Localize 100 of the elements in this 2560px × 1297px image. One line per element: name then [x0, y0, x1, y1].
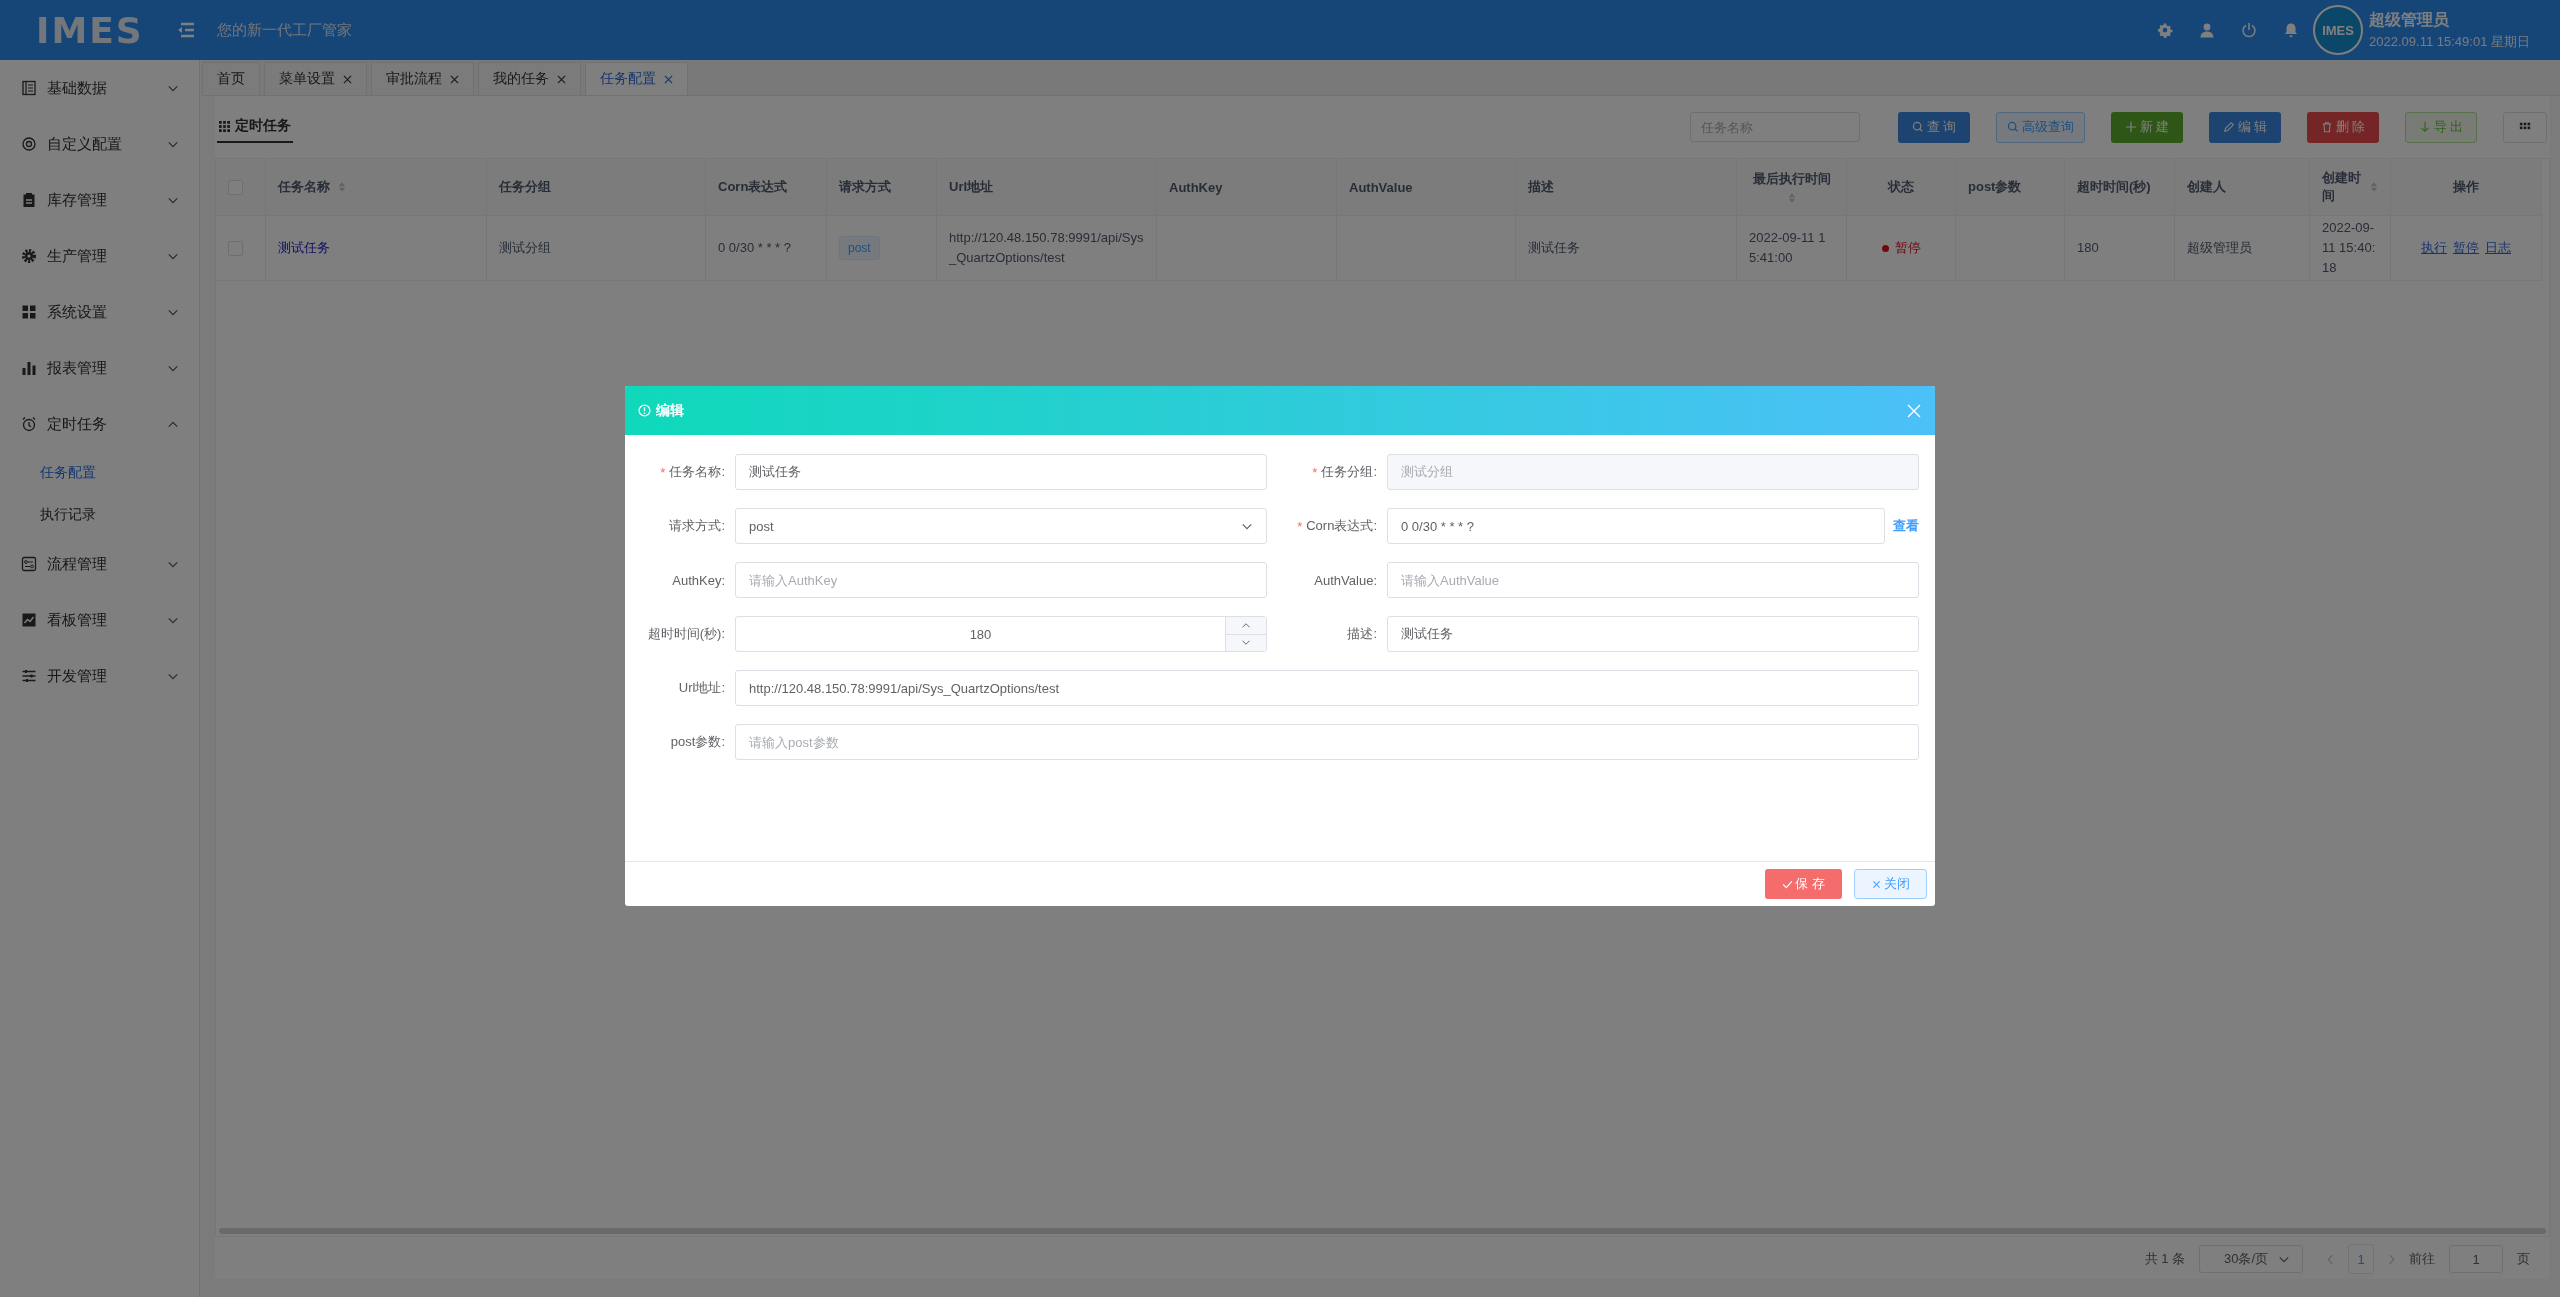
gear-icon: [21, 248, 37, 264]
dialog-title: 编辑: [656, 401, 684, 420]
field-label: * 任务名称:: [659, 463, 725, 482]
sidebar-subitem[interactable]: 执行记录: [0, 494, 199, 536]
close-icon[interactable]: [450, 74, 459, 84]
check-icon: [1782, 878, 1794, 890]
input-field[interactable]: 0 0/30 * * * ?: [1387, 508, 1885, 544]
search-icon: [2007, 121, 2019, 133]
date-time: 2022.09.11 15:49:01 星期日: [2369, 32, 2530, 51]
table-cell-text: 0 0/30 * * * ?: [718, 238, 791, 257]
grid-icon: [219, 120, 230, 132]
column-header: 超时时间(秒): [2077, 178, 2151, 196]
page-input[interactable]: 1: [2449, 1245, 2503, 1273]
edit-button[interactable]: 编 辑: [2209, 111, 2281, 143]
input-field[interactable]: 测试任务: [735, 454, 1267, 490]
status-text: 暂停: [1894, 238, 1921, 257]
sort-icon[interactable]: [338, 181, 346, 193]
number-field[interactable]: 180: [735, 616, 1267, 652]
page-suffix: 页: [2517, 1250, 2530, 1268]
sidebar-item[interactable]: 看板管理: [0, 592, 199, 648]
field-label: post参数:: [669, 733, 725, 751]
close-button[interactable]: 关闭: [1854, 869, 1927, 899]
sort-icon[interactable]: [2370, 181, 2378, 193]
plus-icon: [2124, 121, 2137, 133]
table-cell-text: http://120.48.150.78:9991/api/Sys_QuartzOptions/test: [949, 228, 1144, 267]
status-dot: [1881, 244, 1889, 252]
column-header: AuthKey: [1169, 179, 1223, 195]
sidebar-item[interactable]: 流程管理: [0, 536, 199, 592]
sidebar-item[interactable]: 库存管理: [0, 172, 199, 228]
pencil-icon: [2222, 121, 2235, 133]
page-number[interactable]: 1: [2348, 1244, 2374, 1274]
column-header: AuthValue: [1349, 179, 1413, 195]
page-size-select[interactable]: 30条/页: [2199, 1245, 2303, 1273]
chevron-down-icon[interactable]: [1241, 638, 1251, 648]
chevron-left-icon[interactable]: [2327, 1253, 2334, 1265]
save-button[interactable]: 保 存: [1765, 869, 1842, 899]
input-field[interactable]: http://120.48.150.78:9991/api/Sys_QuartzOptions/test: [735, 670, 1919, 706]
column-header: 描述: [1528, 178, 1554, 196]
flow-icon: [21, 556, 37, 572]
sidebar-item[interactable]: 开发管理: [0, 648, 199, 704]
method-tag: post: [839, 235, 880, 261]
tab[interactable]: 菜单设置: [264, 62, 367, 95]
avatar[interactable]: IMES: [2313, 5, 2364, 55]
column-header: post参数: [1968, 178, 2022, 196]
tab[interactable]: 任务配置: [585, 62, 688, 95]
sidebar-subitem[interactable]: 任务配置: [0, 452, 199, 494]
gear-icon: [21, 136, 37, 152]
sidebar-item[interactable]: 自定义配置: [0, 116, 199, 172]
column-header: 状态: [1888, 178, 1914, 196]
close-icon: [1871, 878, 1882, 890]
grid-icon: [21, 304, 37, 320]
tab[interactable]: 审批流程: [371, 62, 474, 95]
input-field[interactable]: 请输入AuthValue: [1387, 562, 1919, 598]
info-icon: [638, 404, 651, 417]
select-field[interactable]: post: [735, 508, 1267, 544]
bell-icon[interactable]: [2283, 22, 2300, 38]
column-header: 请求方式: [839, 178, 891, 196]
bar-chart-icon: [21, 360, 37, 376]
view-link[interactable]: 查看: [1893, 517, 1919, 535]
action-link[interactable]: 执行: [2421, 237, 2447, 259]
input-field[interactable]: 测试任务: [1387, 616, 1919, 652]
sidebar-item[interactable]: 基础数据: [0, 60, 199, 116]
sort-icon[interactable]: [1787, 192, 1796, 204]
action-link[interactable]: 暂停: [2453, 237, 2479, 259]
field-label: 描述:: [1346, 625, 1377, 643]
alarm-clock-icon: [21, 416, 37, 432]
slogan: 您的新一代工厂管家: [217, 20, 352, 40]
tab[interactable]: 我的任务: [478, 62, 581, 95]
action-link[interactable]: 日志: [2485, 237, 2511, 259]
close-icon[interactable]: [664, 74, 673, 84]
user-name: 超级管理员: [2369, 9, 2451, 30]
goto-label: 前往: [2409, 1250, 2435, 1268]
chevron-up-icon[interactable]: [1241, 620, 1251, 630]
columns-button[interactable]: [2503, 111, 2547, 143]
sidebar-item[interactable]: 系统设置: [0, 284, 199, 340]
field-label: 超时时间(秒):: [646, 625, 725, 643]
tab[interactable]: 首页: [202, 62, 260, 95]
input-field[interactable]: 请输入AuthKey: [735, 562, 1267, 598]
close-icon[interactable]: [343, 74, 352, 84]
delete-button[interactable]: 删 除: [2307, 111, 2379, 143]
power-icon[interactable]: [2241, 22, 2258, 38]
clipboard-icon: [21, 192, 37, 208]
sliders-icon: [21, 668, 37, 684]
search-icon: [1911, 121, 1924, 133]
sidebar-item[interactable]: 定时任务: [0, 396, 199, 452]
field-label: Url地址:: [677, 679, 725, 697]
sidebar-item[interactable]: 生产管理: [0, 228, 199, 284]
sidebar-item[interactable]: 报表管理: [0, 340, 199, 396]
input-field[interactable]: 请输入post参数: [735, 724, 1919, 760]
column-header: 创建时间: [2322, 169, 2362, 205]
trash-icon: [2320, 121, 2333, 133]
close-icon[interactable]: [557, 74, 566, 84]
task-name-link[interactable]: 测试任务: [278, 237, 330, 259]
settings-icon[interactable]: [2157, 22, 2174, 38]
table-cell-text: 测试分组: [499, 238, 551, 257]
new-button[interactable]: 新 建: [2111, 111, 2183, 143]
user-icon[interactable]: [2199, 22, 2216, 38]
document-icon: [21, 80, 37, 96]
query-button[interactable]: 查 询: [1898, 111, 1970, 143]
chevron-right-icon[interactable]: [2388, 1253, 2395, 1265]
